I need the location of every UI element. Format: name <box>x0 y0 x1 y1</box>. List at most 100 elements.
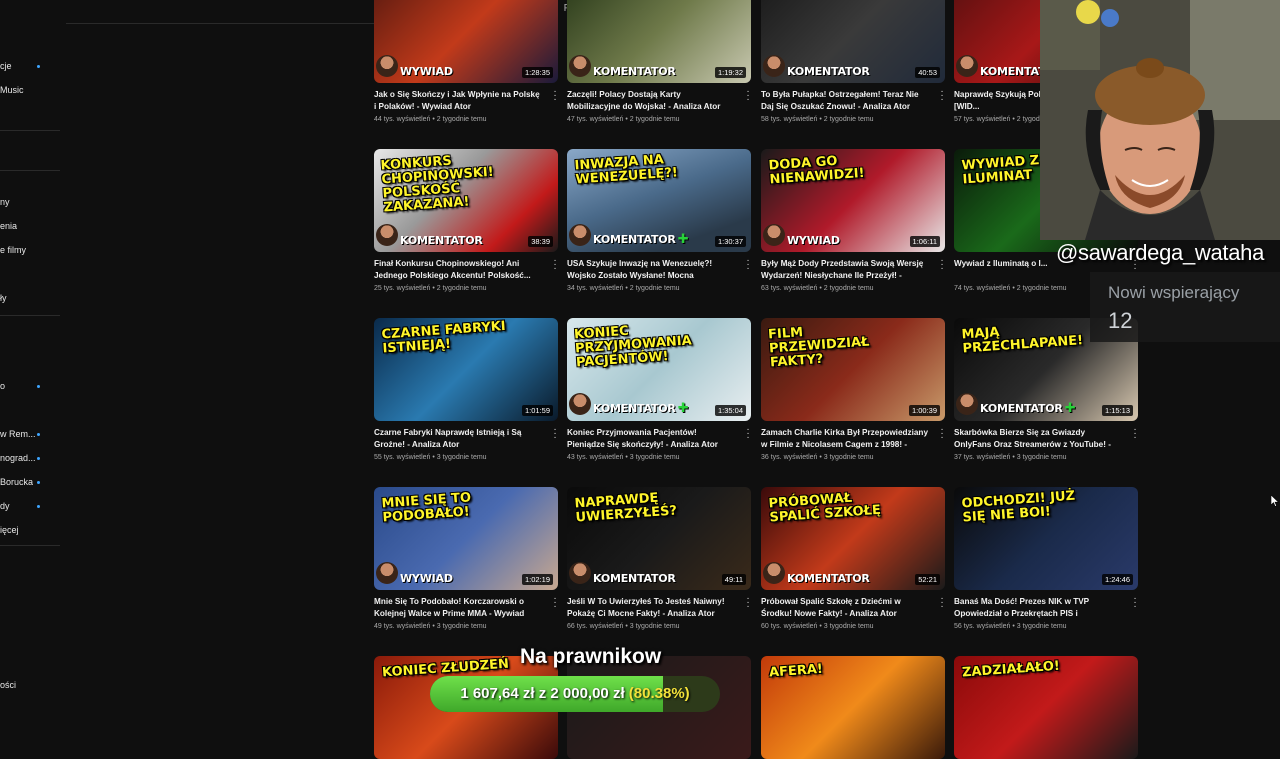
sidebar-divider <box>0 170 60 171</box>
video-thumbnail[interactable]: MNIE SIĘ TO PODOBAŁO! WYWIAD 1:02:19 <box>374 487 558 590</box>
more-options-icon[interactable]: ··· <box>939 425 945 443</box>
sidebar-item[interactable]: Borucka <box>0 477 33 487</box>
video-metadata: 49 tys. wyświetleń • 3 tygodnie temu <box>374 623 487 630</box>
video-thumbnail[interactable]: WYWIAD 1:28:35 <box>374 0 558 83</box>
thumbnail-headline: INWAZJA NA WENEZUELĘ?! <box>574 152 679 188</box>
more-options-icon[interactable]: ··· <box>939 87 945 105</box>
video-title[interactable]: USA Szykuje Inwazję na Wenezuelę?! Wojsk… <box>567 258 735 281</box>
video-title[interactable]: Zamach Charlie Kirka Był Przepowiedziany… <box>761 427 929 450</box>
more-options-icon[interactable]: ··· <box>552 87 558 105</box>
video-thumbnail[interactable]: ZADZIAŁAŁO! <box>954 656 1138 759</box>
video-title[interactable]: Jeśli W To Uwierzyłeś To Jesteś Naiwny! … <box>567 596 735 619</box>
badge-label: KOMENTATOR <box>593 233 676 246</box>
sidebar-item[interactable]: nograd... <box>0 453 36 463</box>
video-thumbnail[interactable]: KOMENTATOR 1:19:32 <box>567 0 751 83</box>
sidebar-item[interactable]: dy <box>0 501 10 511</box>
video-thumbnail[interactable]: KOMENTATOR 40:53 <box>761 0 945 83</box>
thumbnail-badge: KOMENTATOR <box>593 65 676 78</box>
sidebar-divider <box>0 130 60 131</box>
video-title[interactable]: Mnie Się To Podobało! Korczarowski o Kol… <box>374 596 542 619</box>
thumbnail-badge: KOMENTATOR ✚ <box>593 401 689 416</box>
video-title[interactable]: Były Mąż Dody Przedstawia Swoją Wersję W… <box>761 258 929 281</box>
thumbnail-headline: ODCHODZI! JUŻ SIĘ NIE BOI! <box>961 488 1076 526</box>
webcam-overlay <box>1040 0 1280 240</box>
sidebar-item[interactable]: ości <box>0 680 16 690</box>
video-title[interactable]: Koniec Przyjmowania Pacjentów! Pieniądze… <box>567 427 735 450</box>
video-thumbnail[interactable]: NAPRAWDĘ UWIERZYŁEŚ? KOMENTATOR 49:11 <box>567 487 751 590</box>
more-options-icon[interactable]: ··· <box>939 256 945 274</box>
video-thumbnail[interactable]: FILM PRZEWIDZIAŁ FAKTY? 1:00:39 <box>761 318 945 421</box>
streamer-image <box>1040 0 1280 240</box>
sidebar-item[interactable]: o <box>0 381 5 391</box>
video-thumbnail[interactable]: KONIEC PRZYJMOWANIA PACJENTÓW! KOMENTATOR… <box>567 318 751 421</box>
thumbnail-badge: WYWIAD <box>787 234 840 247</box>
host-avatar <box>376 224 398 246</box>
video-metadata: 25 tys. wyświetleń • 2 tygodnie temu <box>374 285 487 292</box>
video-metadata: 44 tys. wyświetleń • 2 tygodnie temu <box>374 116 487 123</box>
goal-percent: (80.38%) <box>628 685 690 702</box>
video-metadata: 60 tys. wyświetleń • 3 tygodnie temu <box>761 623 874 630</box>
host-avatar <box>763 562 785 584</box>
more-options-icon[interactable]: ··· <box>745 87 751 105</box>
more-options-icon[interactable]: ··· <box>939 594 945 612</box>
supporters-label: Nowi wspierający <box>1108 283 1240 302</box>
more-options-icon[interactable]: ··· <box>745 256 751 274</box>
host-avatar <box>763 55 785 77</box>
thumbnail-headline: CZARNE FABRYKI ISTNIEJĄ! <box>381 318 507 357</box>
badge-label: KOMENTATOR <box>787 572 870 585</box>
video-thumbnail[interactable]: KONKURS CHOPINOWSKI! POLSKOŚĆ ZAKAZANA! K… <box>374 149 558 252</box>
sidebar-item[interactable]: ły <box>0 293 7 303</box>
more-options-icon[interactable]: ··· <box>745 594 751 612</box>
video-thumbnail[interactable]: CZARNE FABRYKI ISTNIEJĄ! 1:01:59 <box>374 318 558 421</box>
video-thumbnail[interactable]: AFERA! <box>761 656 945 759</box>
thumbnail-headline: MAJĄ PRZECHLAPANE! <box>961 324 1084 357</box>
more-options-icon[interactable]: ··· <box>745 425 751 443</box>
video-metadata: 56 tys. wyświetleń • 3 tygodnie temu <box>954 623 1067 630</box>
more-options-icon[interactable]: ··· <box>1132 425 1138 443</box>
host-avatar <box>569 393 591 415</box>
new-content-dot-icon <box>37 385 40 388</box>
more-options-icon[interactable]: ··· <box>552 425 558 443</box>
video-metadata: 37 tys. wyświetleń • 3 tygodnie temu <box>954 454 1067 461</box>
sidebar-item[interactable]: ny <box>0 197 10 207</box>
video-title[interactable]: Zaczęli! Polacy Dostają Karty Mobilizacy… <box>567 89 735 112</box>
video-thumbnail[interactable]: INWAZJA NA WENEZUELĘ?! KOMENTATOR ✚ 1:30:37 <box>567 149 751 252</box>
video-title[interactable]: Banaś Ma Dość! Prezes NIK w TVP Opowiedz… <box>954 596 1122 619</box>
video-duration: 1:24:46 <box>1101 574 1133 585</box>
video-duration: 1:06:11 <box>909 236 940 247</box>
thumbnail-badge: WYWIAD <box>400 572 453 585</box>
video-title[interactable]: Próbował Spalić Szkołę z Dziećmi w Środk… <box>761 596 929 619</box>
video-duration: 1:30:37 <box>714 236 746 247</box>
more-options-icon[interactable]: ··· <box>552 594 558 612</box>
thumbnail-badge: KOMENTATOR ✚ <box>980 401 1076 416</box>
video-title[interactable]: Jak o Się Skończy i Jak Wpłynie na Polsk… <box>374 89 542 112</box>
video-title[interactable]: Finał Konkursu Chopinowskiego! Ani Jedne… <box>374 258 542 281</box>
video-thumbnail[interactable]: DODA GO NIENAWIDZI! WYWIAD 1:06:11 <box>761 149 945 252</box>
video-duration: 1:28:35 <box>521 67 553 78</box>
sidebar-item[interactable]: w Rem... <box>0 429 36 439</box>
sidebar: cje Music ny enia e filmy ły o w Rem... nograd..… <box>0 0 66 720</box>
video-metadata: 43 tys. wyświetleń • 3 tygodnie temu <box>567 454 680 461</box>
badge-label: KOMENTATOR <box>593 572 676 585</box>
video-metadata: 34 tys. wyświetleń • 2 tygodnie temu <box>567 285 680 292</box>
video-title[interactable]: To Była Pułapka! Ostrzegałem! Teraz Nie … <box>761 89 929 112</box>
video-thumbnail[interactable]: PRÓBOWAŁ SPALIĆ SZKOŁĘ KOMENTATOR 52:21 <box>761 487 945 590</box>
sidebar-item[interactable]: enia <box>0 221 17 231</box>
sidebar-item[interactable]: ięcej <box>0 525 19 535</box>
video-title[interactable]: Czarne Fabryki Naprawdę Istnieją i Są Gr… <box>374 427 542 450</box>
video-duration: 49:11 <box>721 574 746 585</box>
sidebar-item[interactable]: e filmy <box>0 245 26 255</box>
video-title[interactable]: Skarbówka Bierze Się za Gwiazdy OnlyFans… <box>954 427 1122 450</box>
more-options-icon[interactable]: ··· <box>552 256 558 274</box>
new-content-dot-icon <box>37 65 40 68</box>
mouse-cursor-icon <box>1271 495 1279 507</box>
sidebar-item[interactable]: Music <box>0 85 24 95</box>
host-avatar <box>956 55 978 77</box>
video-thumbnail[interactable]: ODCHODZI! JUŻ SIĘ NIE BOI! 1:24:46 <box>954 487 1138 590</box>
sidebar-item[interactable]: cje <box>0 61 12 71</box>
thumbnail-badge: KOMENTATOR <box>787 572 870 585</box>
plus-icon: ✚ <box>677 232 689 247</box>
goal-progress-bar: 1 607,64 zł z 2 000,00 zł (80.38%) <box>430 676 720 712</box>
thumbnail-badge: KOMENTATOR <box>400 234 483 247</box>
more-options-icon[interactable]: ··· <box>1132 594 1138 612</box>
